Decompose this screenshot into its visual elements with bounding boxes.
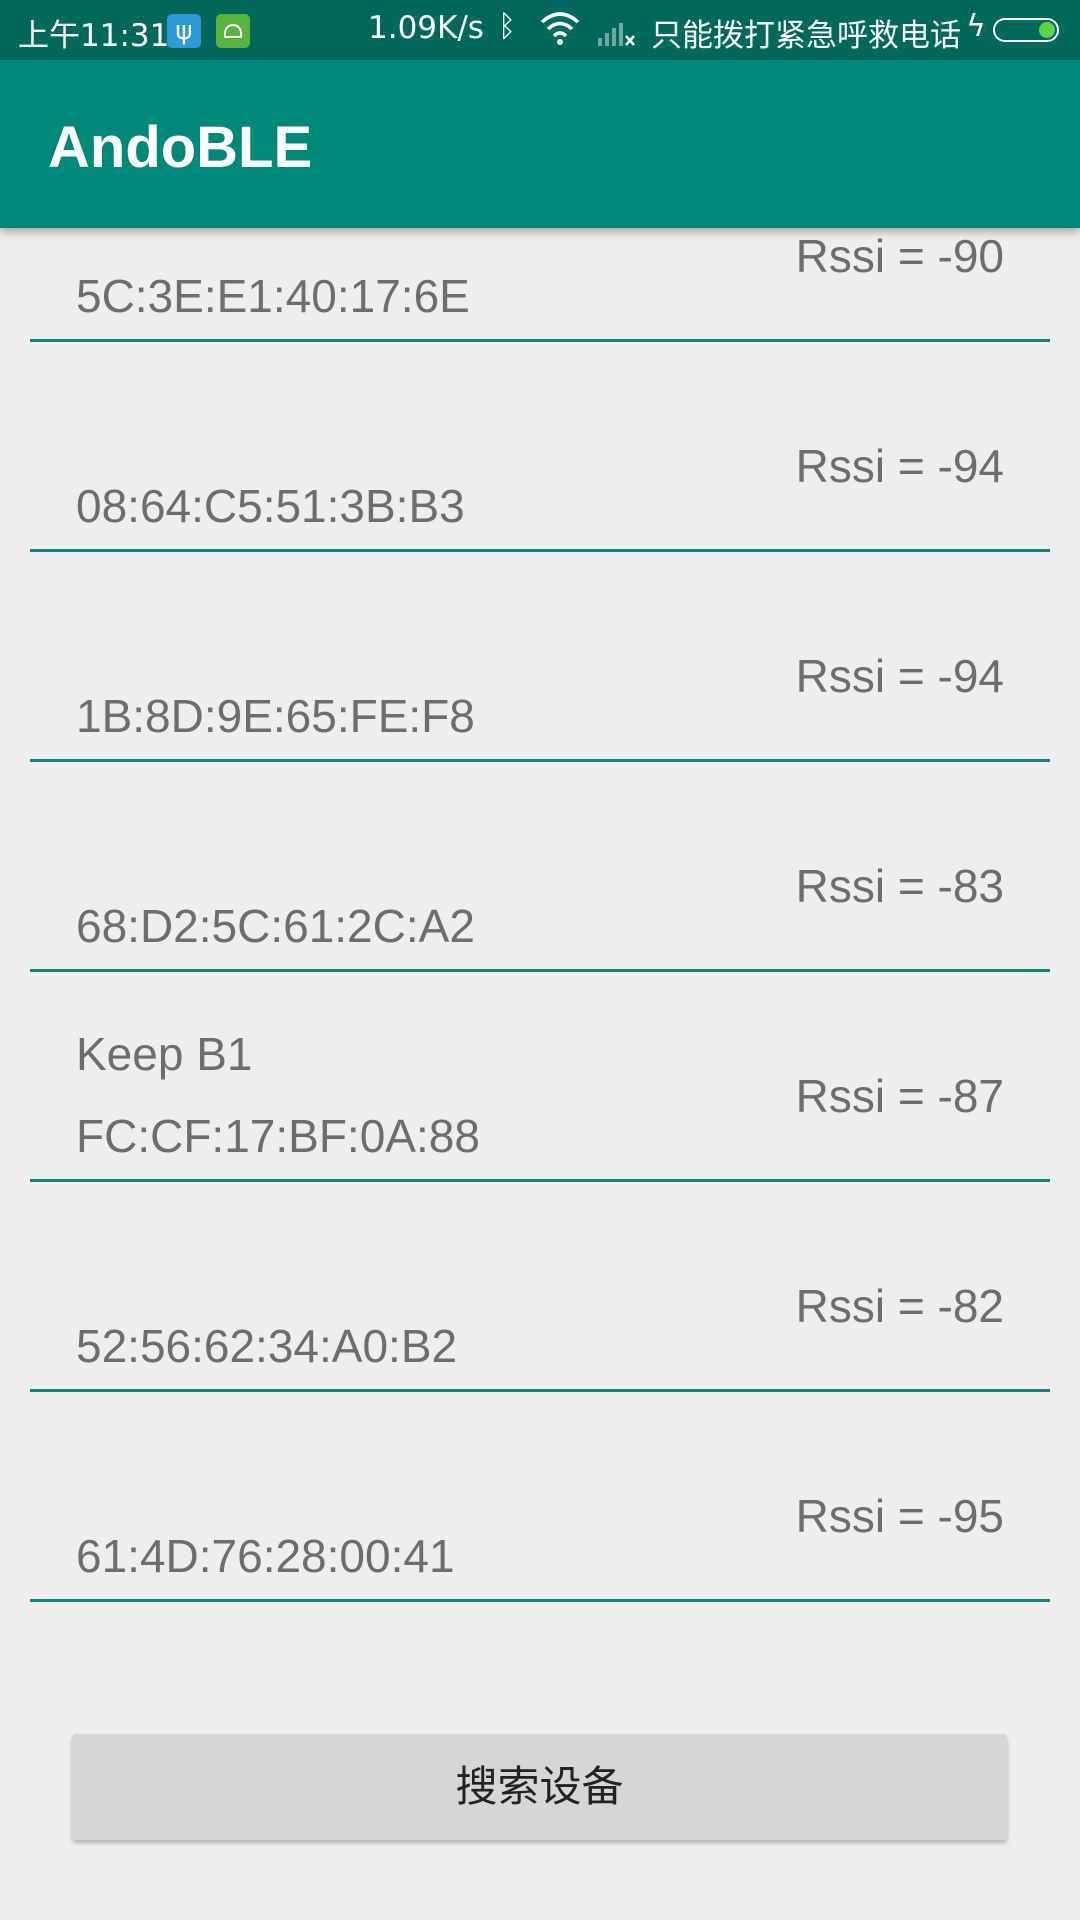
device-list-item[interactable]: 1B:8D:9E:65:FE:F8 Rssi = -94 (0, 523, 1080, 762)
device-name: Keep B1 (76, 1028, 253, 1080)
device-list-item[interactable]: Keep B1 FC:CF:17:BF:0A:88 Rssi = -87 (0, 943, 1080, 1182)
android-debug-icon (216, 14, 250, 48)
no-signal-icon (596, 14, 636, 48)
device-list-item[interactable]: 61:4D:76:28:00:41 Rssi = -95 (0, 1363, 1080, 1602)
app-title: AndoBLE (48, 115, 313, 180)
divider (30, 1599, 1050, 1602)
status-bar: 上午11:31 ψ 1.09K/s ᛒ 只能拨打紧急呼救电话 ϟ (0, 0, 1080, 60)
usb-icon: ψ (167, 14, 201, 48)
device-list-item[interactable]: 52:56:62:34:A0:B2 Rssi = -82 (0, 1153, 1080, 1392)
device-rssi: Rssi = -94 (795, 650, 1004, 702)
status-time: 上午11:31 (18, 18, 170, 54)
charging-icon: ϟ (966, 9, 986, 44)
device-rssi: Rssi = -94 (795, 440, 1004, 492)
bluetooth-icon: ᛒ (498, 9, 516, 44)
device-rssi: Rssi = -95 (795, 1490, 1004, 1542)
device-list-item[interactable]: 5C:3E:E1:40:17:6E Rssi = -90 (0, 228, 1080, 342)
wifi-icon (540, 10, 580, 46)
app-bar: AndoBLE (0, 60, 1080, 228)
battery-level (1039, 22, 1055, 38)
device-list-item[interactable]: 68:D2:5C:61:2C:A2 Rssi = -83 (0, 733, 1080, 972)
device-list-item[interactable]: 08:64:C5:51:3B:B3 Rssi = -94 (0, 313, 1080, 552)
device-list[interactable]: 5C:3E:E1:40:17:6E Rssi = -90 08:64:C5:51… (0, 228, 1080, 1628)
device-rssi: Rssi = -90 (795, 230, 1004, 282)
device-mac: 61:4D:76:28:00:41 (76, 1530, 455, 1582)
network-speed: 1.09K/s (368, 10, 484, 46)
carrier-text: 只能拨打紧急呼救电话 (651, 18, 961, 54)
device-rssi: Rssi = -82 (795, 1280, 1004, 1332)
device-rssi: Rssi = -87 (795, 1070, 1004, 1122)
battery-icon (993, 18, 1059, 42)
search-devices-button[interactable]: 搜索设备 (72, 1734, 1007, 1840)
device-rssi: Rssi = -83 (795, 860, 1004, 912)
